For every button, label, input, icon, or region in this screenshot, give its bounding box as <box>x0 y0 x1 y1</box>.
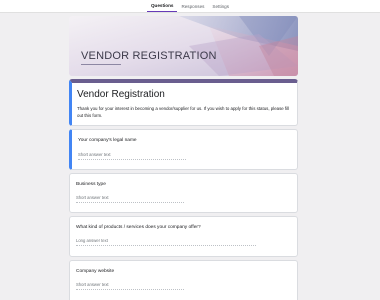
banner-underline <box>81 64 121 65</box>
short-answer-field: Short answer text <box>78 152 186 160</box>
tab-responses[interactable]: Responses <box>177 4 208 12</box>
header-banner-image: VENDOR REGISTRATION <box>69 16 298 76</box>
form-title-card[interactable]: Vendor Registration Thank you for your i… <box>69 79 298 126</box>
short-answer-field: Short answer text <box>76 195 184 203</box>
tab-settings[interactable]: Settings <box>208 4 233 12</box>
banner-abstract-graphic <box>69 16 298 76</box>
question-label[interactable]: Business type <box>76 182 106 187</box>
long-answer-field: Long answer text <box>76 238 256 246</box>
question-card-legal-name[interactable]: Your company's legal name Short answer t… <box>69 129 298 170</box>
question-card-business-type[interactable]: Business type Short answer text <box>69 173 298 213</box>
form-title[interactable]: Vendor Registration <box>77 89 165 100</box>
question-label[interactable]: What kind of products / services does yo… <box>76 225 201 230</box>
form-description[interactable]: Thank you for your interest in becoming … <box>77 105 292 119</box>
question-card-products-services[interactable]: What kind of products / services does yo… <box>69 216 298 257</box>
short-answer-field: Short answer text <box>76 282 184 290</box>
top-tab-bar: Questions Responses Settings <box>0 0 380 13</box>
question-card-company-website[interactable]: Company website Short answer text <box>69 260 298 300</box>
tab-questions[interactable]: Questions <box>146 3 178 12</box>
banner-title: VENDOR REGISTRATION <box>81 50 217 62</box>
question-label[interactable]: Your company's legal name <box>78 138 137 143</box>
question-label[interactable]: Company website <box>76 269 114 274</box>
